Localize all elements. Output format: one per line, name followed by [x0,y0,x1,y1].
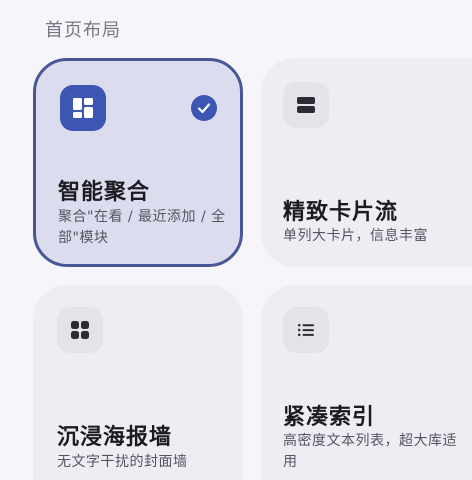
layout-description: 无文字干扰的封面墙 [57,454,188,470]
selected-check-icon [191,95,217,121]
dashboard-grid-icon [60,85,106,131]
layout-description: 单列大卡片，信息丰富 [283,228,428,244]
layout-option-card-stream[interactable]: 精致卡片流 单列大卡片，信息丰富 [261,58,472,267]
grid-four-icon [57,307,103,353]
layout-title: 智能聚合 [58,180,151,205]
layout-title: 沉浸海报墙 [57,425,173,450]
layout-title: 紧凑索引 [283,405,376,430]
home-layout-settings: 首页布局 智能聚合 聚合"在看 / 最近添加 / 全部"模块 精致卡片流 单列大… [0,0,472,480]
layout-option-smart-aggregate[interactable]: 智能聚合 聚合"在看 / 最近添加 / 全部"模块 [33,58,243,267]
layout-description: 高密度文本列表，超大库适用 [283,433,457,470]
card-stack-icon [283,82,329,128]
layout-description: 聚合"在看 / 最近添加 / 全部"模块 [58,209,226,246]
layout-option-poster-wall[interactable]: 沉浸海报墙 无文字干扰的封面墙 [33,285,243,480]
section-title: 首页布局 [45,20,121,41]
layout-title: 精致卡片流 [283,200,399,225]
layout-option-compact-index[interactable]: 紧凑索引 高密度文本列表，超大库适用 [261,285,472,480]
list-icon [283,307,329,353]
